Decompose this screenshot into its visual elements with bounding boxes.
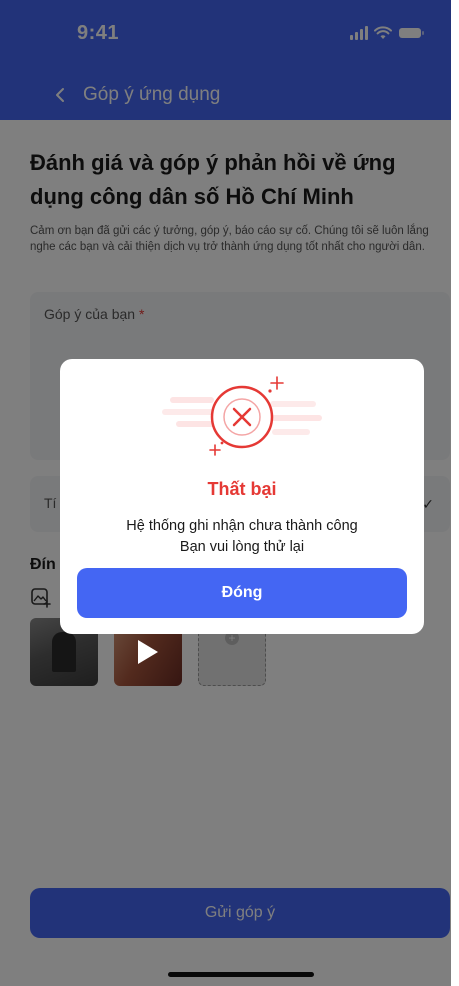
dialog-message-line-2: Bạn vui lòng thử lại	[179, 539, 305, 555]
error-dialog: Thất bại Hệ thống ghi nhận chưa thành cô…	[60, 359, 424, 634]
play-icon	[138, 640, 158, 664]
dialog-message-line-1: Hệ thống ghi nhận chưa thành công	[126, 518, 358, 534]
screen-edge	[451, 0, 459, 986]
app-screen: 9:41	[0, 0, 459, 986]
error-x-icon	[162, 365, 322, 461]
dialog-message: Hệ thống ghi nhận chưa thành công Bạn vu…	[60, 516, 424, 558]
close-dialog-button[interactable]: Đóng	[77, 568, 407, 618]
dialog-title: Thất bại	[207, 479, 277, 499]
